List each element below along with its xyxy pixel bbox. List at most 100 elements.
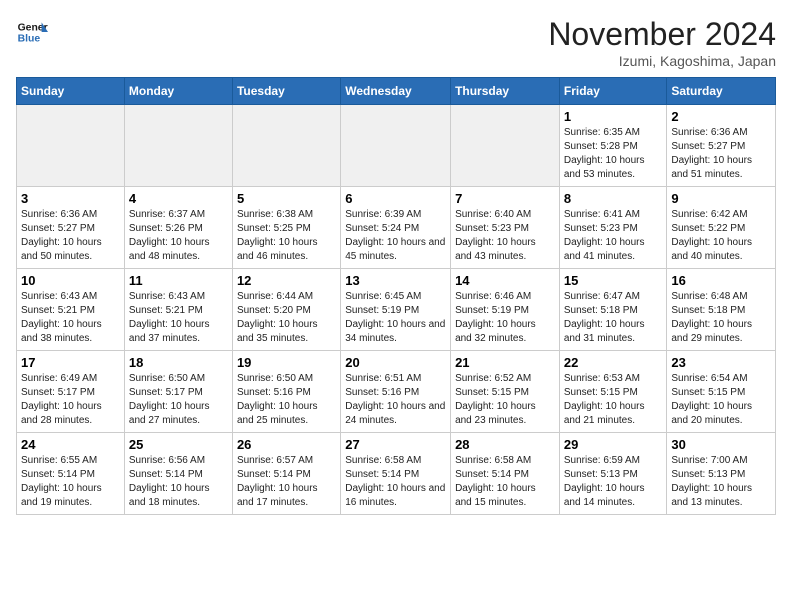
day-number: 9 — [671, 191, 771, 206]
day-info: Sunrise: 6:50 AM Sunset: 5:17 PM Dayligh… — [129, 372, 228, 428]
day-number: 29 — [564, 437, 663, 452]
calendar-cell: 21 Sunrise: 6:52 AM Sunset: 5:15 PM Dayli… — [451, 351, 560, 433]
calendar-cell: 15 Sunrise: 6:47 AM Sunset: 5:18 PM Dayli… — [559, 269, 667, 351]
day-number: 1 — [564, 109, 663, 124]
day-number: 7 — [455, 191, 555, 206]
day-info: Sunrise: 6:51 AM Sunset: 5:16 PM Dayligh… — [345, 372, 446, 428]
logo-icon: General Blue — [16, 16, 48, 48]
day-info: Sunrise: 6:36 AM Sunset: 5:27 PM Dayligh… — [21, 208, 120, 264]
day-info: Sunrise: 6:44 AM Sunset: 5:20 PM Dayligh… — [237, 290, 336, 346]
day-number: 17 — [21, 355, 120, 370]
day-info: Sunrise: 6:52 AM Sunset: 5:15 PM Dayligh… — [455, 372, 555, 428]
day-info: Sunrise: 6:46 AM Sunset: 5:19 PM Dayligh… — [455, 290, 555, 346]
calendar-cell: 9 Sunrise: 6:42 AM Sunset: 5:22 PM Daylig… — [667, 187, 776, 269]
day-number: 21 — [455, 355, 555, 370]
day-number: 28 — [455, 437, 555, 452]
week-row-5: 24 Sunrise: 6:55 AM Sunset: 5:14 PM Dayli… — [17, 433, 776, 515]
day-info: Sunrise: 6:40 AM Sunset: 5:23 PM Dayligh… — [455, 208, 555, 264]
calendar-cell: 2 Sunrise: 6:36 AM Sunset: 5:27 PM Daylig… — [667, 105, 776, 187]
calendar-cell: 26 Sunrise: 6:57 AM Sunset: 5:14 PM Dayli… — [232, 433, 340, 515]
calendar-cell: 14Sunrise: 6:46 AM Sunset: 5:19 PM Dayli… — [451, 269, 560, 351]
day-number: 2 — [671, 109, 771, 124]
day-info: Sunrise: 6:39 AM Sunset: 5:24 PM Dayligh… — [345, 208, 446, 264]
day-info: Sunrise: 6:41 AM Sunset: 5:23 PM Dayligh… — [564, 208, 663, 264]
calendar-cell: 24 Sunrise: 6:55 AM Sunset: 5:14 PM Dayli… — [17, 433, 125, 515]
day-number: 4 — [129, 191, 228, 206]
day-number: 22 — [564, 355, 663, 370]
title-block: November 2024 Izumi, Kagoshima, Japan — [548, 16, 776, 69]
day-number: 20 — [345, 355, 446, 370]
calendar-cell: 27 Sunrise: 6:58 AM Sunset: 5:14 PM Dayli… — [341, 433, 451, 515]
day-number: 23 — [671, 355, 771, 370]
calendar-cell — [341, 105, 451, 187]
day-number: 19 — [237, 355, 336, 370]
day-number: 25 — [129, 437, 228, 452]
calendar-cell: 11 Sunrise: 6:43 AM Sunset: 5:21 PM Dayli… — [124, 269, 232, 351]
day-info: Sunrise: 6:49 AM Sunset: 5:17 PM Dayligh… — [21, 372, 120, 428]
day-number: 13 — [345, 273, 446, 288]
calendar-cell: 23 Sunrise: 6:54 AM Sunset: 5:15 PM Dayli… — [667, 351, 776, 433]
day-info: Sunrise: 6:58 AM Sunset: 5:14 PM Dayligh… — [345, 454, 446, 510]
day-number: 8 — [564, 191, 663, 206]
day-number: 27 — [345, 437, 446, 452]
calendar-cell: 17 Sunrise: 6:49 AM Sunset: 5:17 PM Dayli… — [17, 351, 125, 433]
week-row-2: 3Sunrise: 6:36 AM Sunset: 5:27 PM Daylig… — [17, 187, 776, 269]
day-info: Sunrise: 6:57 AM Sunset: 5:14 PM Dayligh… — [237, 454, 336, 510]
day-info: Sunrise: 6:59 AM Sunset: 5:13 PM Dayligh… — [564, 454, 663, 510]
day-info: Sunrise: 7:00 AM Sunset: 5:13 PM Dayligh… — [671, 454, 771, 510]
day-number: 15 — [564, 273, 663, 288]
calendar-cell — [232, 105, 340, 187]
calendar-cell: 12 Sunrise: 6:44 AM Sunset: 5:20 PM Dayli… — [232, 269, 340, 351]
calendar-cell: 7 Sunrise: 6:40 AM Sunset: 5:23 PM Daylig… — [451, 187, 560, 269]
calendar-cell: 3Sunrise: 6:36 AM Sunset: 5:27 PM Daylig… — [17, 187, 125, 269]
calendar-cell: 4Sunrise: 6:37 AM Sunset: 5:26 PM Daylig… — [124, 187, 232, 269]
calendar-cell: 30 Sunrise: 7:00 AM Sunset: 5:13 PM Dayli… — [667, 433, 776, 515]
calendar-cell: 13 Sunrise: 6:45 AM Sunset: 5:19 PM Dayli… — [341, 269, 451, 351]
calendar-cell: 10Sunrise: 6:43 AM Sunset: 5:21 PM Dayli… — [17, 269, 125, 351]
weekday-header-monday: Monday — [124, 78, 232, 105]
week-row-1: 1 Sunrise: 6:35 AM Sunset: 5:28 PM Daylig… — [17, 105, 776, 187]
day-info: Sunrise: 6:48 AM Sunset: 5:18 PM Dayligh… — [671, 290, 771, 346]
weekday-header-row: SundayMondayTuesdayWednesdayThursdayFrid… — [17, 78, 776, 105]
calendar-cell — [17, 105, 125, 187]
calendar-cell: 8 Sunrise: 6:41 AM Sunset: 5:23 PM Daylig… — [559, 187, 667, 269]
calendar-cell: 5Sunrise: 6:38 AM Sunset: 5:25 PM Daylig… — [232, 187, 340, 269]
day-info: Sunrise: 6:38 AM Sunset: 5:25 PM Dayligh… — [237, 208, 336, 264]
day-info: Sunrise: 6:55 AM Sunset: 5:14 PM Dayligh… — [21, 454, 120, 510]
weekday-header-sunday: Sunday — [17, 78, 125, 105]
calendar-cell — [451, 105, 560, 187]
day-info: Sunrise: 6:42 AM Sunset: 5:22 PM Dayligh… — [671, 208, 771, 264]
weekday-header-tuesday: Tuesday — [232, 78, 340, 105]
weekday-header-thursday: Thursday — [451, 78, 560, 105]
day-number: 6 — [345, 191, 446, 206]
day-number: 26 — [237, 437, 336, 452]
day-number: 24 — [21, 437, 120, 452]
day-info: Sunrise: 6:43 AM Sunset: 5:21 PM Dayligh… — [129, 290, 228, 346]
location: Izumi, Kagoshima, Japan — [548, 53, 776, 69]
calendar-cell: 28 Sunrise: 6:58 AM Sunset: 5:14 PM Dayli… — [451, 433, 560, 515]
day-info: Sunrise: 6:56 AM Sunset: 5:14 PM Dayligh… — [129, 454, 228, 510]
calendar-cell: 18 Sunrise: 6:50 AM Sunset: 5:17 PM Dayli… — [124, 351, 232, 433]
day-info: Sunrise: 6:54 AM Sunset: 5:15 PM Dayligh… — [671, 372, 771, 428]
day-info: Sunrise: 6:53 AM Sunset: 5:15 PM Dayligh… — [564, 372, 663, 428]
calendar-cell: 20 Sunrise: 6:51 AM Sunset: 5:16 PM Dayli… — [341, 351, 451, 433]
day-info: Sunrise: 6:36 AM Sunset: 5:27 PM Dayligh… — [671, 126, 771, 182]
week-row-4: 17 Sunrise: 6:49 AM Sunset: 5:17 PM Dayli… — [17, 351, 776, 433]
day-info: Sunrise: 6:43 AM Sunset: 5:21 PM Dayligh… — [21, 290, 120, 346]
page-header: General Blue November 2024 Izumi, Kagosh… — [16, 16, 776, 69]
weekday-header-saturday: Saturday — [667, 78, 776, 105]
day-number: 30 — [671, 437, 771, 452]
day-number: 18 — [129, 355, 228, 370]
day-info: Sunrise: 6:47 AM Sunset: 5:18 PM Dayligh… — [564, 290, 663, 346]
day-info: Sunrise: 6:35 AM Sunset: 5:28 PM Dayligh… — [564, 126, 663, 182]
day-number: 12 — [237, 273, 336, 288]
day-info: Sunrise: 6:58 AM Sunset: 5:14 PM Dayligh… — [455, 454, 555, 510]
day-number: 11 — [129, 273, 228, 288]
svg-text:Blue: Blue — [18, 34, 41, 45]
calendar-table: SundayMondayTuesdayWednesdayThursdayFrid… — [16, 77, 776, 515]
calendar-cell: 19Sunrise: 6:50 AM Sunset: 5:16 PM Dayli… — [232, 351, 340, 433]
calendar-cell: 16Sunrise: 6:48 AM Sunset: 5:18 PM Dayli… — [667, 269, 776, 351]
calendar-cell: 29 Sunrise: 6:59 AM Sunset: 5:13 PM Dayli… — [559, 433, 667, 515]
day-info: Sunrise: 6:45 AM Sunset: 5:19 PM Dayligh… — [345, 290, 446, 346]
calendar-cell — [124, 105, 232, 187]
